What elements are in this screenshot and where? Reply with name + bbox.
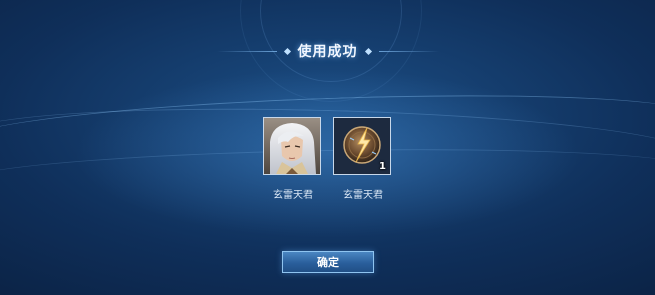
decorative-band xyxy=(0,85,655,172)
confirm-button[interactable]: 确定 xyxy=(282,251,374,273)
title-divider-left xyxy=(216,50,277,52)
title-divider-right xyxy=(378,50,439,52)
reward-slot[interactable] xyxy=(263,117,321,175)
diamond-icon xyxy=(364,47,372,55)
reward-label: 玄雷天君 xyxy=(273,190,313,201)
hero-portrait-icon xyxy=(264,118,320,174)
decorative-band xyxy=(0,143,655,208)
reward-label: 玄雷天君 xyxy=(343,190,383,201)
title-bar: 使用成功 xyxy=(0,38,655,64)
reward-slot[interactable]: 1 xyxy=(333,117,391,175)
reward-item-hero[interactable]: 玄雷天君 xyxy=(263,117,323,201)
diamond-icon xyxy=(283,47,291,55)
reward-popup: 使用成功 玄雷天君 1 玄雷天君 确定 xyxy=(0,0,655,295)
page-title: 使用成功 xyxy=(297,44,358,60)
decorative-band xyxy=(0,100,655,191)
reward-item-orb[interactable]: 1 玄雷天君 xyxy=(333,117,393,201)
item-quantity: 1 xyxy=(379,161,386,172)
